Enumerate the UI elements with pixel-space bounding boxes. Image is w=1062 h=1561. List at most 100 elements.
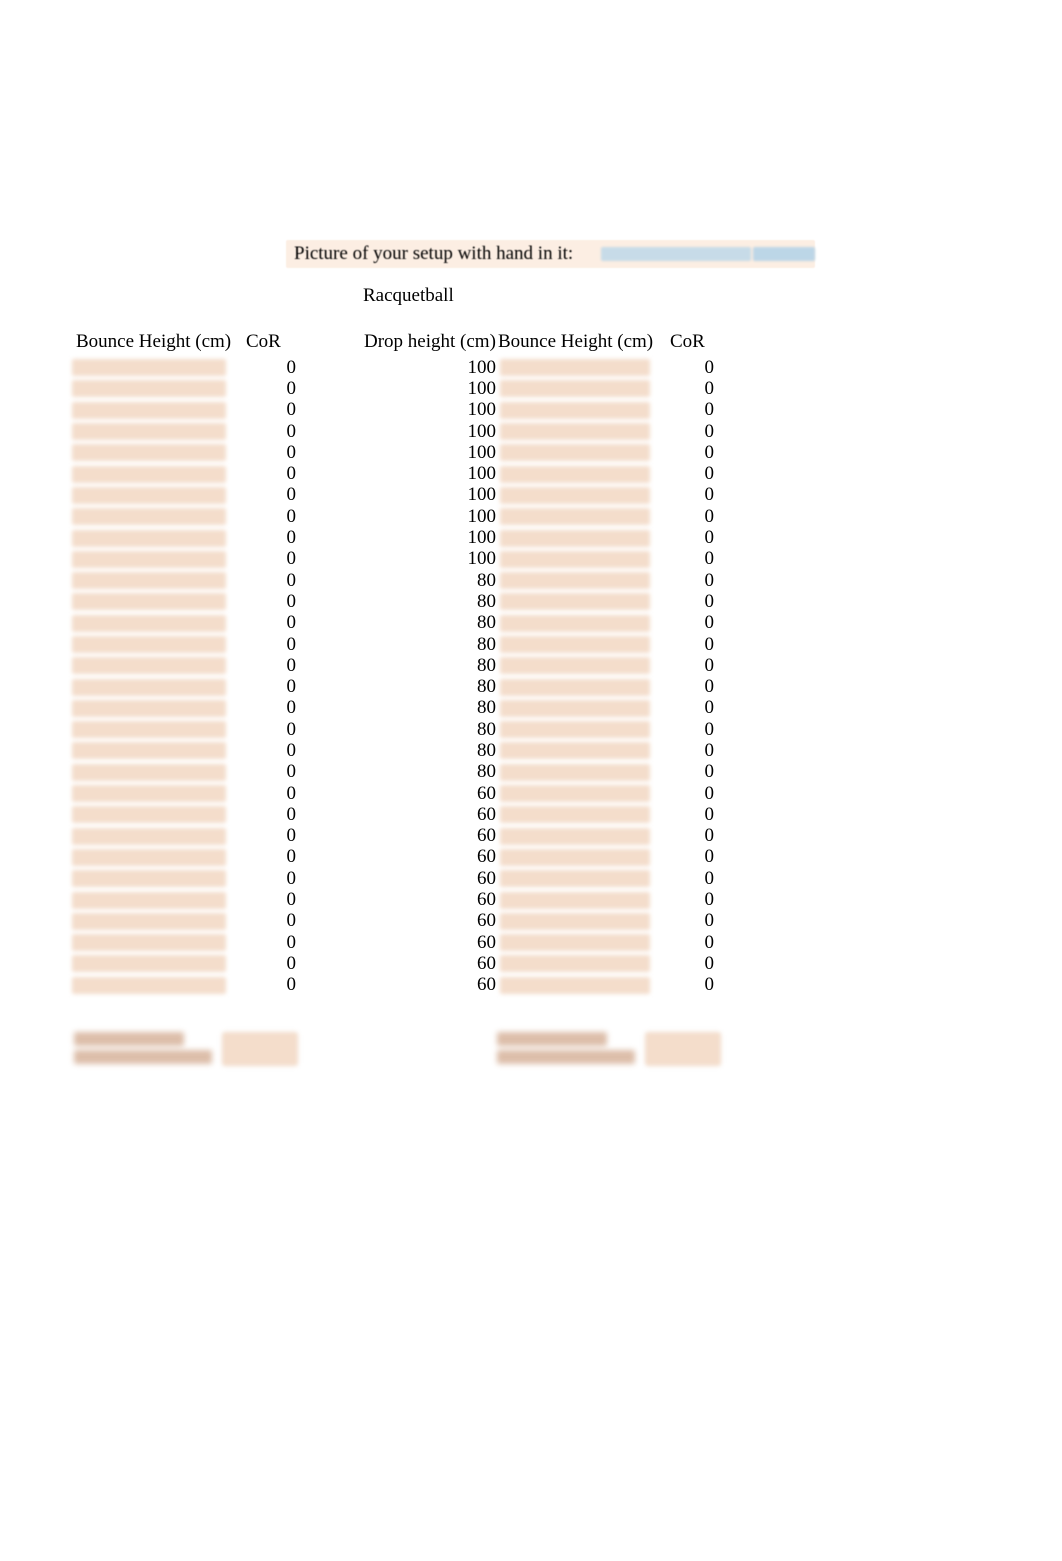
bounce-height-2-cell[interactable] xyxy=(498,721,664,738)
cor-1-cell: 0 xyxy=(236,676,364,698)
bounce-height-2-cell[interactable] xyxy=(498,913,664,930)
cor-2-cell: 0 xyxy=(664,697,784,719)
drop-height-cell: 80 xyxy=(364,612,498,634)
bounce-height-2-cell[interactable] xyxy=(498,466,664,483)
bounce-height-1-cell[interactable] xyxy=(70,487,236,504)
bounce-height-1-cell[interactable] xyxy=(70,870,236,887)
summary-right xyxy=(497,1032,721,1066)
bounce-height-2-cell[interactable] xyxy=(498,700,664,717)
bounce-height-2-cell[interactable] xyxy=(498,849,664,866)
bounce-height-1-cell[interactable] xyxy=(70,806,236,823)
drop-height-cell: 80 xyxy=(364,570,498,592)
bounce-height-1-cell[interactable] xyxy=(70,721,236,738)
bounce-height-2-cell[interactable] xyxy=(498,423,664,440)
drop-height-cell: 80 xyxy=(364,697,498,719)
drop-height-cell: 60 xyxy=(364,974,498,996)
bounce-height-1-cell[interactable] xyxy=(70,380,236,397)
bounce-height-2-cell[interactable] xyxy=(498,828,664,845)
bounce-height-1-cell[interactable] xyxy=(70,764,236,781)
bounce-height-1-cell[interactable] xyxy=(70,785,236,802)
bounce-height-1-cell[interactable] xyxy=(70,572,236,589)
summary-left-labels xyxy=(74,1032,212,1064)
cor-2-cell: 0 xyxy=(664,442,784,464)
bounce-height-2-cell[interactable] xyxy=(498,487,664,504)
drop-height-cell: 60 xyxy=(364,953,498,975)
drop-height-cell: 100 xyxy=(364,506,498,528)
bounce-height-2-cell[interactable] xyxy=(498,657,664,674)
table-row: 01000 xyxy=(70,421,792,442)
cor-1-cell: 0 xyxy=(236,463,364,485)
bounce-height-2-cell[interactable] xyxy=(498,679,664,696)
cor-2-cell: 0 xyxy=(664,953,784,975)
table-row: 0800 xyxy=(70,698,792,719)
bounce-height-1-cell[interactable] xyxy=(70,466,236,483)
cor-1-cell: 0 xyxy=(236,399,364,421)
bounce-height-2-cell[interactable] xyxy=(498,380,664,397)
drop-height-cell: 80 xyxy=(364,634,498,656)
cor-2-cell: 0 xyxy=(664,740,784,762)
table-row: 0800 xyxy=(70,719,792,740)
table-row: 0600 xyxy=(70,826,792,847)
bounce-height-1-cell[interactable] xyxy=(70,977,236,994)
bounce-height-2-cell[interactable] xyxy=(498,551,664,568)
bounce-height-2-cell[interactable] xyxy=(498,636,664,653)
table-row: 0600 xyxy=(70,911,792,932)
bounce-height-1-cell[interactable] xyxy=(70,913,236,930)
bounce-height-2-cell[interactable] xyxy=(498,572,664,589)
bounce-height-1-cell[interactable] xyxy=(70,402,236,419)
bounce-height-1-cell[interactable] xyxy=(70,892,236,909)
bounce-height-2-cell[interactable] xyxy=(498,870,664,887)
table-row: 0600 xyxy=(70,932,792,953)
bounce-height-2-cell[interactable] xyxy=(498,785,664,802)
cor-2-cell: 0 xyxy=(664,506,784,528)
bounce-height-1-cell[interactable] xyxy=(70,615,236,632)
bounce-height-2-cell[interactable] xyxy=(498,508,664,525)
bounce-height-2-cell[interactable] xyxy=(498,934,664,951)
cor-1-cell: 0 xyxy=(236,889,364,911)
bounce-height-1-cell[interactable] xyxy=(70,849,236,866)
bounce-height-1-cell[interactable] xyxy=(70,828,236,845)
bounce-height-1-cell[interactable] xyxy=(70,934,236,951)
drop-height-cell: 80 xyxy=(364,676,498,698)
bounce-height-2-cell[interactable] xyxy=(498,530,664,547)
bounce-height-1-cell[interactable] xyxy=(70,423,236,440)
bounce-height-1-cell[interactable] xyxy=(70,679,236,696)
bounce-height-1-cell[interactable] xyxy=(70,551,236,568)
cor-1-cell: 0 xyxy=(236,783,364,805)
bounce-height-1-cell[interactable] xyxy=(70,444,236,461)
table-row: 0800 xyxy=(70,591,792,612)
bounce-height-2-cell[interactable] xyxy=(498,615,664,632)
picture-prompt-text: Picture of your setup with hand in it: xyxy=(294,243,573,265)
bounce-height-1-cell[interactable] xyxy=(70,955,236,972)
table-row: 0600 xyxy=(70,783,792,804)
bounce-height-1-cell[interactable] xyxy=(70,530,236,547)
bounce-height-2-cell[interactable] xyxy=(498,402,664,419)
summary-left xyxy=(74,1032,298,1066)
picture-placeholder[interactable] xyxy=(601,247,751,261)
summary-left-value[interactable] xyxy=(222,1032,298,1066)
cor-1-cell: 0 xyxy=(236,442,364,464)
bounce-height-1-cell[interactable] xyxy=(70,700,236,717)
header-bounce-height-1: Bounce Height (cm) xyxy=(70,331,236,353)
cor-1-cell: 0 xyxy=(236,761,364,783)
summary-right-value[interactable] xyxy=(645,1032,721,1066)
bounce-height-2-cell[interactable] xyxy=(498,359,664,376)
bounce-height-1-cell[interactable] xyxy=(70,657,236,674)
bounce-height-2-cell[interactable] xyxy=(498,593,664,610)
bounce-height-1-cell[interactable] xyxy=(70,359,236,376)
bounce-height-2-cell[interactable] xyxy=(498,444,664,461)
cor-1-cell: 0 xyxy=(236,548,364,570)
bounce-height-2-cell[interactable] xyxy=(498,764,664,781)
bounce-height-2-cell[interactable] xyxy=(498,742,664,759)
bounce-height-2-cell[interactable] xyxy=(498,806,664,823)
bounce-height-2-cell[interactable] xyxy=(498,977,664,994)
table-row: 01000 xyxy=(70,506,792,527)
bounce-height-1-cell[interactable] xyxy=(70,636,236,653)
drop-height-cell: 60 xyxy=(364,825,498,847)
bounce-height-1-cell[interactable] xyxy=(70,593,236,610)
bounce-height-2-cell[interactable] xyxy=(498,955,664,972)
bounce-height-1-cell[interactable] xyxy=(70,508,236,525)
bounce-height-1-cell[interactable] xyxy=(70,742,236,759)
bounce-height-2-cell[interactable] xyxy=(498,892,664,909)
header-cor-2: CoR xyxy=(664,331,784,353)
